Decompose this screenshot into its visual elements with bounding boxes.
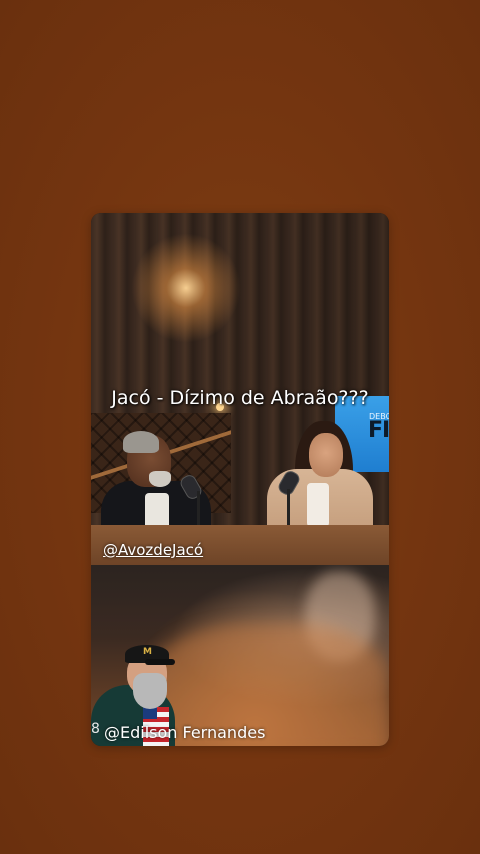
screen-logo-big: FI: [368, 418, 389, 443]
elder-man-beard: [149, 471, 171, 487]
bottom-video-panel: M 8 @Edilson Fernandes: [91, 565, 389, 746]
video-player[interactable]: DEBO FI Jacó - Dízimo de Abraão??? @Avoz…: [91, 213, 389, 746]
bottom-channel-handle[interactable]: @Edilson Fernandes: [104, 723, 265, 742]
woman-face: [309, 433, 343, 477]
cap-logo: M: [143, 647, 152, 657]
studio-lamp-glow: [131, 233, 241, 343]
video-title-overlay: Jacó - Dízimo de Abraão???: [111, 387, 369, 409]
top-channel-handle[interactable]: @AvozdeJacó: [103, 541, 203, 559]
jersey-number: 8: [91, 721, 100, 737]
woman-top: [307, 483, 329, 527]
elder-man-hair: [123, 431, 159, 453]
reactor-beard: [133, 673, 167, 709]
top-video-panel: DEBO FI Jacó - Dízimo de Abraão??? @Avoz…: [91, 213, 389, 565]
mic-stand-right: [287, 489, 290, 529]
reactor-cap-brim: [145, 659, 175, 665]
